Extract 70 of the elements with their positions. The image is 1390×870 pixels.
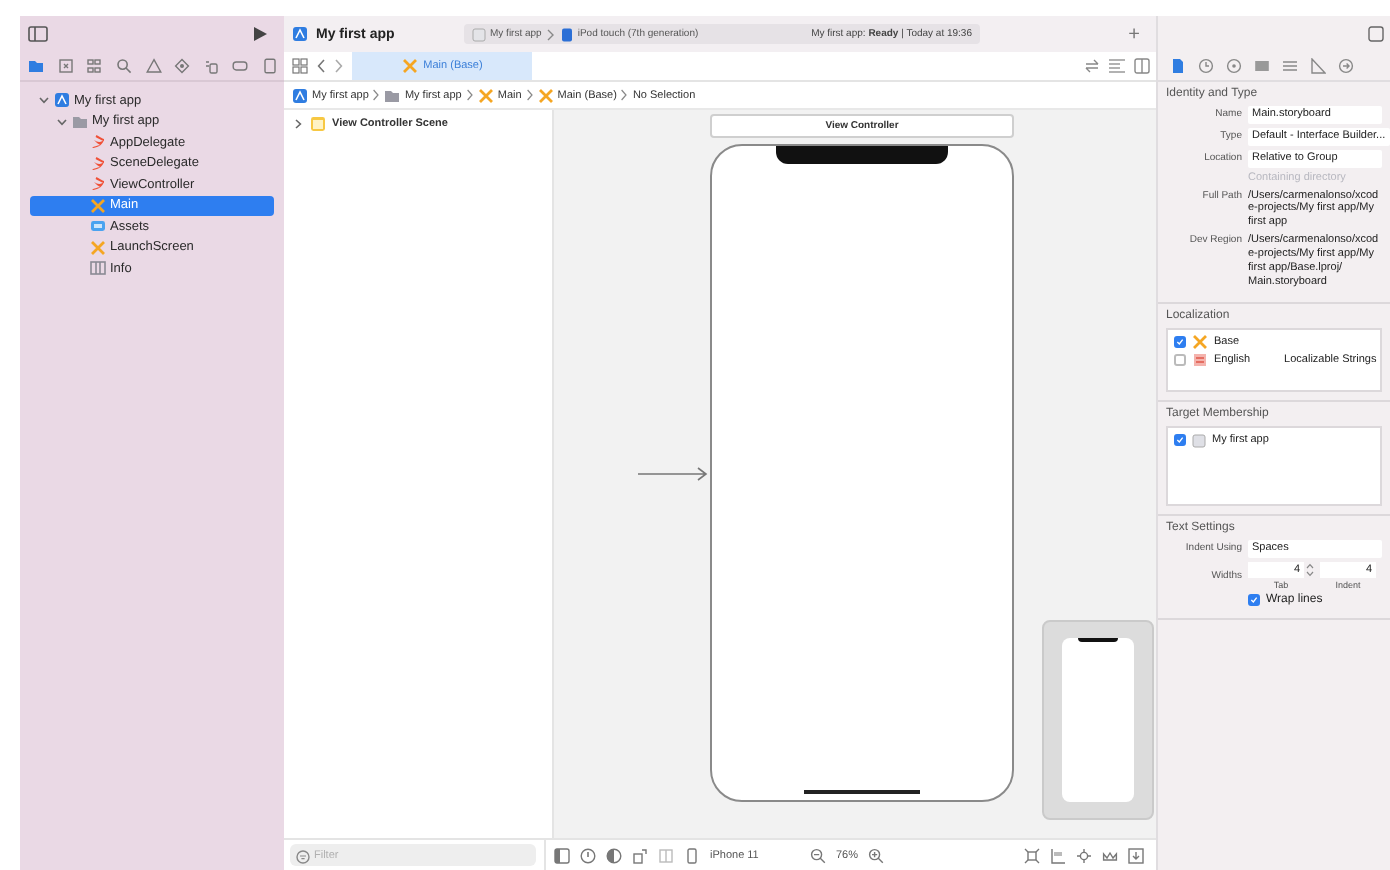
- scene-icon: [310, 116, 326, 132]
- hierarchy-icon[interactable]: [86, 58, 103, 74]
- entry-arrow-icon: [638, 466, 710, 482]
- app-icon: [472, 27, 486, 41]
- search-icon[interactable]: [115, 58, 132, 74]
- chevron-down-icon[interactable]: [56, 115, 68, 128]
- embed-icon[interactable]: [1128, 847, 1144, 863]
- sliders-icon[interactable]: [1282, 58, 1298, 74]
- chevron-right-icon: [525, 88, 534, 102]
- storyboard-icon: [1192, 334, 1208, 351]
- chevron-right-icon: [545, 27, 556, 41]
- chevron-down-icon[interactable]: [38, 94, 50, 107]
- chevron-right-icon: [465, 88, 474, 102]
- align-icon[interactable]: [1050, 847, 1066, 863]
- swift-icon: [90, 155, 106, 172]
- square-x-icon[interactable]: [57, 58, 74, 74]
- storyboard-icon: [477, 87, 494, 103]
- filter-icon: [296, 849, 310, 863]
- lines-icon[interactable]: [1108, 58, 1126, 74]
- strings-icon: [1192, 352, 1208, 369]
- checkbox[interactable]: [1174, 354, 1186, 367]
- sidebar-toggle-icon[interactable]: [28, 26, 48, 42]
- stepper-icon[interactable]: [1306, 561, 1314, 577]
- crown-icon[interactable]: [1102, 847, 1118, 863]
- storyboard-icon: [401, 58, 418, 74]
- diamond-icon[interactable]: [174, 58, 191, 74]
- add-button[interactable]: +: [1128, 23, 1148, 45]
- rotate-icon[interactable]: [632, 847, 648, 863]
- zoom-in-icon[interactable]: [868, 847, 884, 863]
- storyboard-icon: [537, 87, 554, 103]
- panel-icon[interactable]: [554, 847, 570, 863]
- warning-icon[interactable]: [145, 58, 161, 74]
- app-icon: [292, 87, 308, 103]
- checkbox[interactable]: [1174, 434, 1186, 447]
- pin-icon[interactable]: [1076, 847, 1092, 863]
- swap-icon[interactable]: [1084, 58, 1100, 74]
- spray-icon[interactable]: [203, 58, 220, 74]
- circle-icon[interactable]: [580, 847, 596, 863]
- contrast-icon[interactable]: [606, 847, 622, 863]
- grid-icon[interactable]: [292, 58, 308, 74]
- device-icon: [559, 27, 574, 41]
- forward-icon[interactable]: [334, 58, 344, 74]
- storyboard-icon: [90, 239, 106, 256]
- file-icon[interactable]: [1170, 58, 1186, 74]
- split-icon[interactable]: [1134, 58, 1150, 74]
- app-icon: [292, 26, 308, 42]
- back-icon[interactable]: [316, 58, 326, 74]
- swift-icon: [90, 134, 106, 151]
- checkbox[interactable]: [1174, 336, 1186, 349]
- home-indicator: [804, 790, 920, 794]
- app-icon: [1192, 433, 1206, 448]
- list-icon[interactable]: [262, 58, 278, 74]
- phone-icon[interactable]: [684, 847, 700, 863]
- columns-icon[interactable]: [658, 847, 674, 863]
- arrow-circle-icon[interactable]: [1338, 58, 1354, 74]
- fit-icon[interactable]: [1024, 847, 1040, 863]
- tag-icon[interactable]: [232, 58, 249, 74]
- checkbox[interactable]: [1248, 593, 1260, 605]
- app-icon: [54, 92, 70, 109]
- chevron-right-icon: [372, 88, 381, 102]
- grid-icon: [90, 260, 106, 277]
- swift-icon: [90, 176, 106, 193]
- ruler-icon[interactable]: [1310, 58, 1326, 74]
- clock-icon[interactable]: [1198, 58, 1214, 74]
- chevron-right-icon: [620, 88, 629, 102]
- zoom-out-icon[interactable]: [809, 847, 826, 863]
- chevron-right-icon[interactable]: [292, 118, 304, 130]
- play-icon[interactable]: [252, 26, 268, 42]
- storyboard-icon: [90, 197, 106, 214]
- card-icon[interactable]: [1254, 58, 1270, 74]
